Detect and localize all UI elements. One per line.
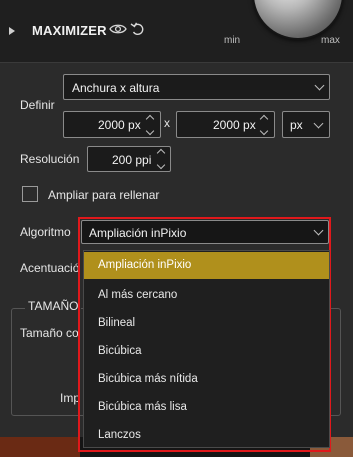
width-value: 2000 px xyxy=(98,118,141,132)
tamano-title: TAMAÑO xyxy=(25,299,82,313)
ampliar-checkbox[interactable] xyxy=(22,186,38,202)
ampliar-label: Ampliar para rellenar xyxy=(48,188,160,202)
dropdown-option-al-mas-cercano[interactable]: Al más cercano xyxy=(84,282,329,309)
height-value: 2000 px xyxy=(213,118,256,132)
resolucion-value: 200 ppi xyxy=(112,153,152,167)
chevron-down-icon xyxy=(314,80,325,91)
dimension-separator: x xyxy=(164,116,170,130)
dropdown-option-ampliacion-inpixio[interactable]: Ampliación inPixio xyxy=(84,252,329,279)
resolucion-label: Resolución xyxy=(20,152,80,166)
knob-min-label: min xyxy=(224,35,241,46)
acentuacion-label: Acentuació xyxy=(20,261,80,275)
definir-label: Definir xyxy=(20,98,55,112)
panel-title: MAXIMIZER xyxy=(32,23,107,38)
spin-up-icon[interactable] xyxy=(259,114,269,124)
spin-down-icon[interactable] xyxy=(259,126,269,136)
resolucion-input[interactable]: 200 ppi xyxy=(87,146,171,172)
preview-thumbnail xyxy=(0,437,80,457)
spin-down-icon[interactable] xyxy=(145,126,155,136)
algoritmo-label: Algoritmo xyxy=(20,225,71,239)
height-spinner[interactable] xyxy=(259,114,271,136)
spin-down-icon[interactable] xyxy=(156,160,166,170)
resolucion-spinner[interactable] xyxy=(156,148,168,170)
spin-up-icon[interactable] xyxy=(145,114,155,124)
unit-select[interactable]: px xyxy=(282,111,330,138)
tamano-imp-label: Imp xyxy=(60,391,81,405)
undo-icon[interactable] xyxy=(130,21,146,37)
dropdown-option-lanczos[interactable]: Lanczos xyxy=(84,422,329,449)
tamano-size-label: Tamaño co xyxy=(20,326,79,340)
spin-up-icon[interactable] xyxy=(156,148,166,158)
eye-icon[interactable] xyxy=(109,22,127,36)
knob-max-label: max xyxy=(321,35,340,46)
definir-mode-select[interactable]: Anchura x altura xyxy=(63,74,330,100)
algoritmo-dropdown-list: Ampliación inPixio Al más cercano Biline… xyxy=(83,250,330,448)
height-input[interactable]: 2000 px xyxy=(176,111,275,138)
width-input[interactable]: 2000 px xyxy=(63,111,161,138)
definir-mode-value: Anchura x altura xyxy=(72,81,160,95)
width-spinner[interactable] xyxy=(145,114,157,136)
dropdown-option-bicubica-mas-nitida[interactable]: Bicúbica más nítida xyxy=(84,366,329,393)
chevron-down-icon xyxy=(313,118,324,129)
dropdown-option-bicubica[interactable]: Bicúbica xyxy=(84,338,329,365)
unit-value: px xyxy=(290,118,303,132)
collapse-triangle-icon[interactable] xyxy=(9,27,15,35)
dropdown-option-bicubica-mas-lisa[interactable]: Bicúbica más lisa xyxy=(84,394,329,421)
dropdown-option-bilineal[interactable]: Bilineal xyxy=(84,310,329,337)
